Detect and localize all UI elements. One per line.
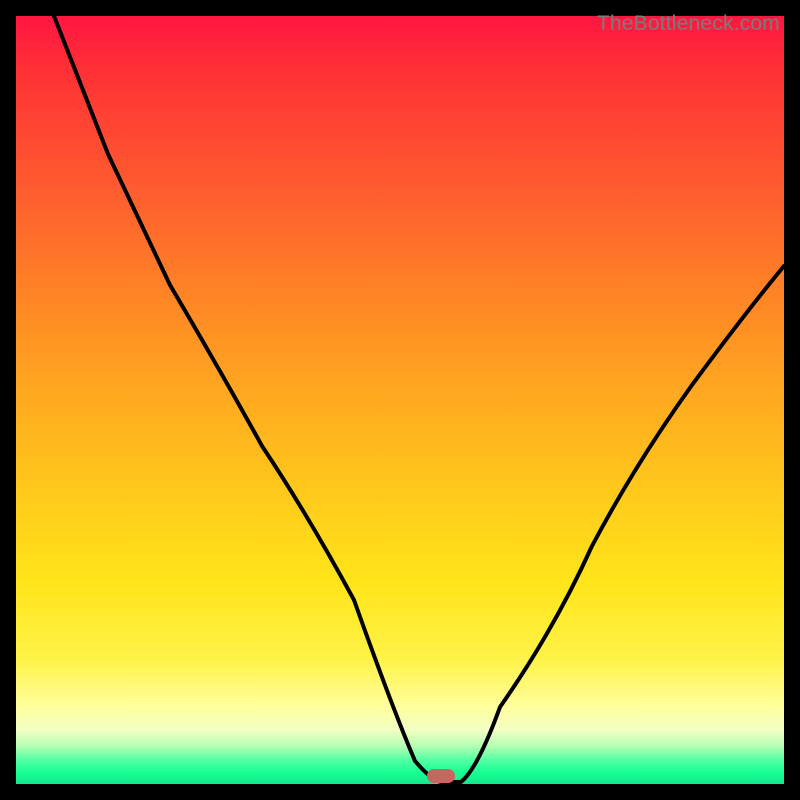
curve-path: [54, 16, 784, 782]
bottleneck-curve: [16, 16, 784, 784]
plot-area: TheBottleneck.com: [16, 16, 784, 784]
chart-frame: TheBottleneck.com: [16, 16, 784, 784]
optimal-marker: [427, 769, 455, 783]
watermark-text: TheBottleneck.com: [597, 12, 780, 36]
